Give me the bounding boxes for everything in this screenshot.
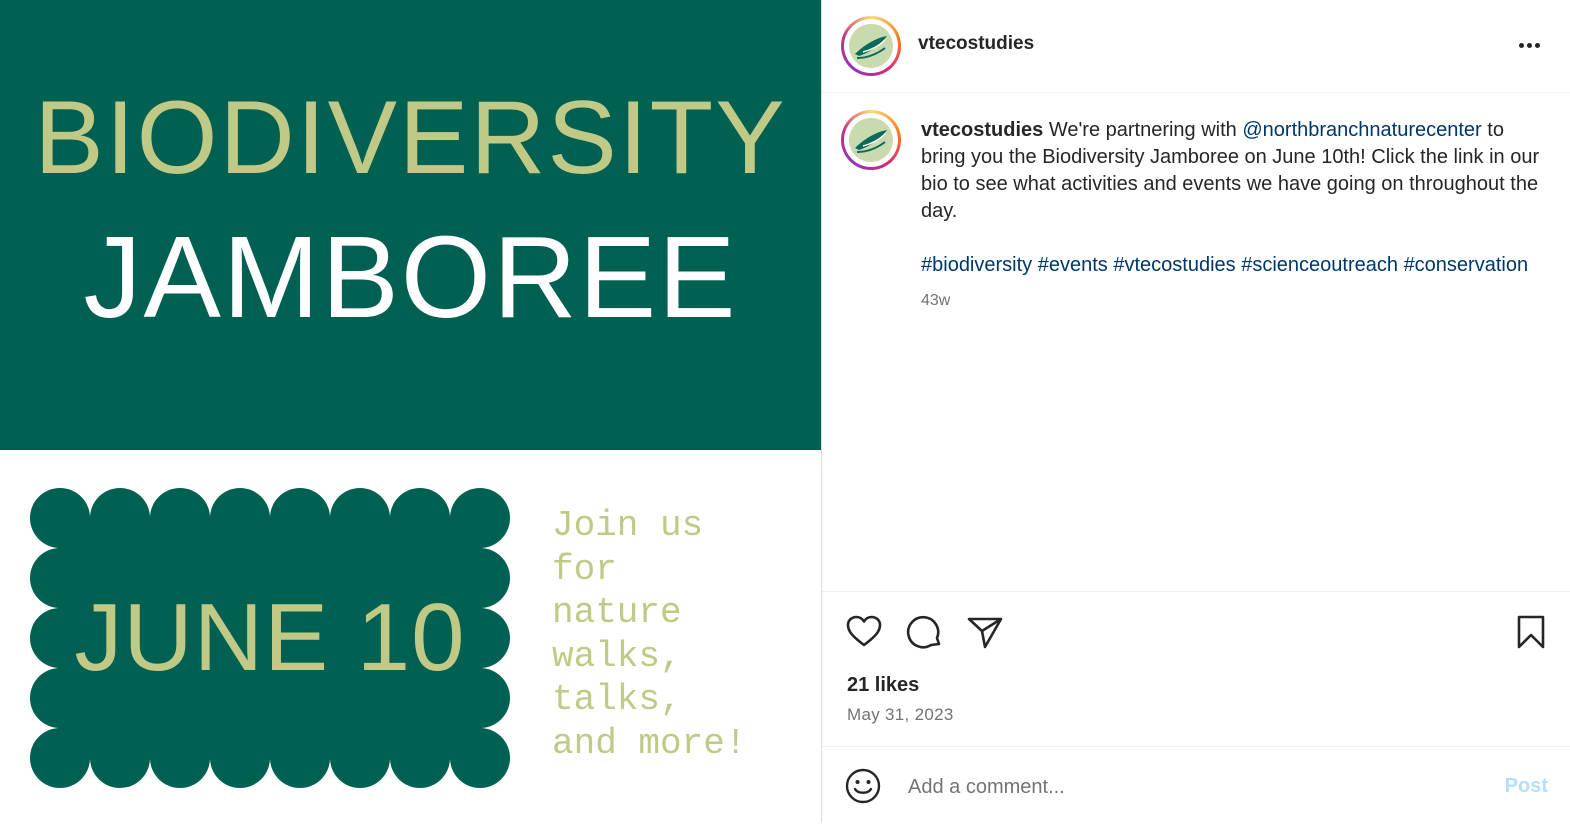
comment-icon [906, 615, 941, 649]
bird-logo-icon [849, 24, 893, 68]
header-username[interactable]: vtecostudies [918, 33, 1034, 55]
more-options-dot [1534, 42, 1540, 48]
caption-avatar[interactable] [841, 110, 901, 170]
comment-input[interactable] [906, 769, 1470, 805]
poster-tagline: Join us for nature walks, talks, and mor… [552, 505, 747, 764]
poster-title-line1: BIODIVERSITY [34, 80, 787, 196]
post-image: BIODIVERSITY JAMBOREE JUNE 10 Join us fo… [0, 0, 821, 823]
poster-date-badge: JUNE 10 [30, 488, 510, 788]
more-options-dot [1526, 42, 1532, 48]
hashtag-link[interactable]: #biodiversity [921, 254, 1032, 276]
hashtag-link[interactable]: #conservation [1404, 254, 1529, 276]
hashtag-link[interactable]: #scienceoutreach [1241, 254, 1398, 276]
avatar[interactable] [841, 16, 901, 76]
likes-count[interactable]: 21 likes [847, 674, 919, 697]
emoji-button[interactable] [844, 767, 882, 805]
hashtag-list: #biodiversity #events #vtecostudies #sci… [921, 252, 1541, 279]
share-button[interactable] [965, 612, 1005, 652]
heart-icon [846, 615, 882, 647]
caption-username[interactable]: vtecostudies [921, 119, 1043, 141]
post-panel: vtecostudies vtecostudies We're partneri… [821, 0, 1570, 823]
action-bar [822, 591, 1570, 672]
bird-logo-icon [849, 118, 893, 162]
comment-button[interactable] [905, 612, 945, 652]
post-comment-button[interactable]: Post [1505, 775, 1548, 798]
save-button[interactable] [1511, 612, 1551, 652]
more-options-button[interactable] [1512, 30, 1546, 60]
like-button[interactable] [844, 612, 884, 652]
hashtag-link[interactable]: #events [1038, 254, 1108, 276]
share-icon [967, 617, 1003, 649]
caption-timestamp[interactable]: 43w [921, 287, 1541, 314]
bookmark-icon [1517, 615, 1545, 649]
hashtag-link[interactable]: #vtecostudies [1113, 254, 1235, 276]
post-header: vtecostudies [822, 0, 1570, 93]
more-options-icon [1518, 42, 1524, 48]
post-date[interactable]: May 31, 2023 [847, 705, 954, 725]
emoji-icon [845, 768, 881, 804]
caption-text: vtecostudies We're partnering with @nort… [921, 117, 1541, 314]
poster-date: JUNE 10 [74, 584, 466, 691]
caption-mention-link[interactable]: @northbranchnaturecenter [1242, 119, 1481, 141]
caption-text-part: We're partnering with [1043, 119, 1243, 141]
comment-bar: Post [822, 746, 1570, 824]
poster-title-line2: JAMBOREE [83, 212, 738, 342]
